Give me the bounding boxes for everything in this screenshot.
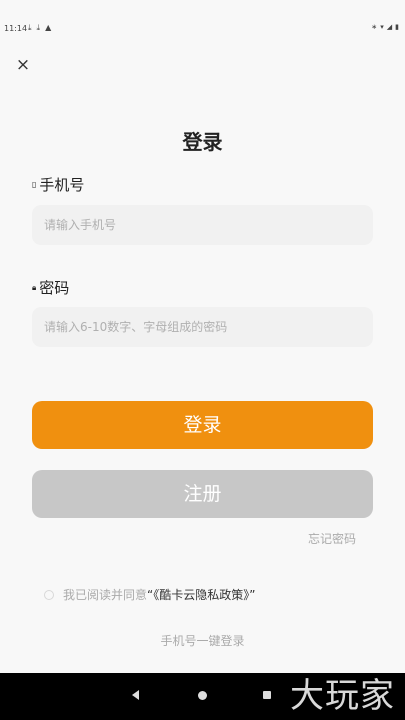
bluetooth-icon: ∗ [371, 23, 378, 31]
download-icon: ⤓ [28, 23, 32, 32]
page-title: 登录 [182, 130, 223, 154]
phone-input[interactable] [32, 205, 373, 245]
privacy-policy-link[interactable]: “《酷卡云隐私政策》” [147, 586, 255, 603]
phone-label: ▯ 手机号 [32, 174, 84, 195]
system-icons: ∗ ▾ ◢ ▮ [371, 23, 399, 31]
wifi-icon: ▾ [380, 23, 384, 31]
notification-icons: ⤓ ⤓ ▲ [28, 23, 51, 33]
signal-icon: ◢ [386, 23, 393, 31]
watermark: 大玩家 [290, 676, 395, 716]
agreement-text: 我已阅读并同意 [63, 588, 148, 602]
warning-icon: ▲ [45, 23, 52, 32]
agreement-checkbox[interactable] [44, 589, 54, 600]
login-button[interactable]: 登录 [32, 401, 373, 449]
password-label-text: 密码 [39, 279, 70, 297]
one-click-login-link[interactable]: 手机号一键登录 [0, 632, 405, 649]
recents-icon[interactable] [263, 691, 271, 699]
agreement-row: 我已阅读并同意 “《酷卡云隐私政策》” [44, 586, 255, 603]
lock-icon: 🔒︎ [32, 282, 37, 292]
home-icon[interactable] [198, 691, 207, 700]
download-icon: ⤓ [36, 23, 41, 32]
password-label: 🔒︎ 密码 [32, 277, 69, 298]
forgot-password-link[interactable]: 忘记密码 [308, 530, 356, 547]
battery-icon: ▮ [395, 23, 399, 31]
register-button[interactable]: 注册 [32, 470, 373, 518]
password-input[interactable] [32, 307, 373, 347]
phone-label-text: 手机号 [39, 176, 85, 194]
back-icon[interactable] [132, 690, 139, 700]
status-time: 11:14 [4, 24, 28, 33]
status-bar: 11:14 ⤓ ⤓ ▲ ∗ ▾ ◢ ▮ [0, 0, 405, 56]
phone-icon: ▯ [32, 180, 37, 189]
close-icon[interactable]: × [14, 56, 32, 74]
